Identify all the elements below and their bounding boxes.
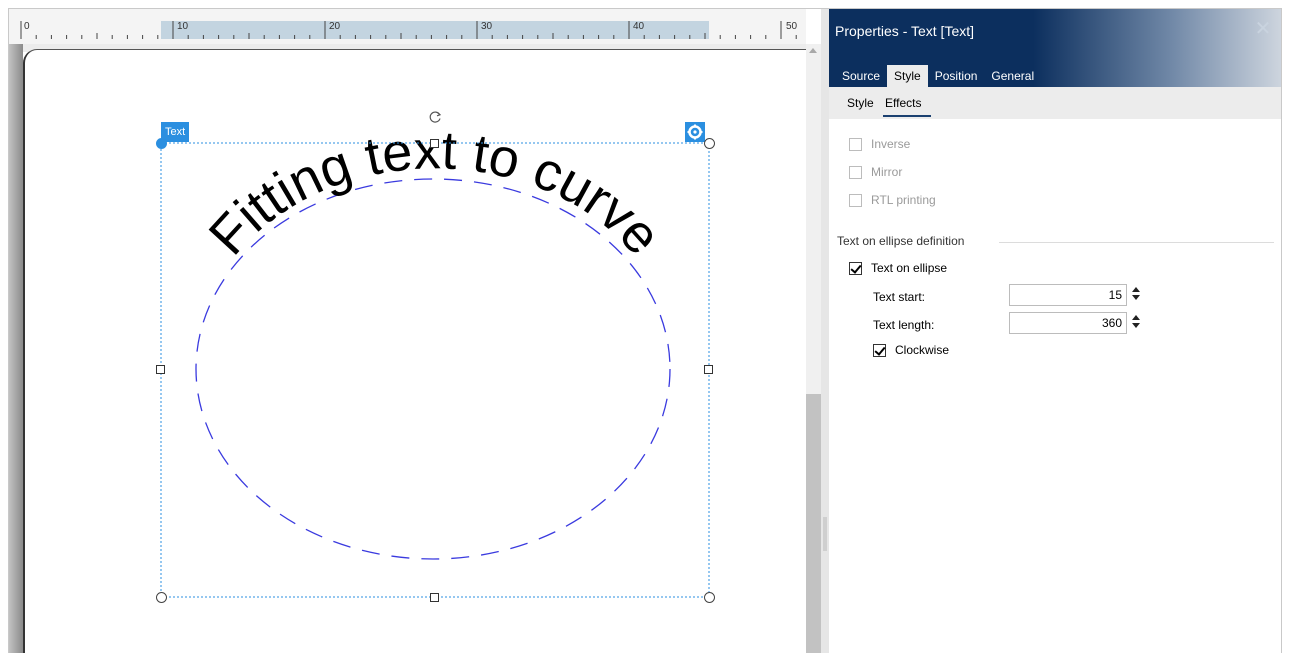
text-length-label: Text length: [873, 318, 935, 332]
curved-text-object[interactable]: Fitting text to curve [9, 9, 821, 653]
vertical-scrollbar[interactable] [806, 44, 821, 653]
resize-handle-top-right[interactable] [704, 138, 715, 149]
tab-source[interactable]: Source [835, 65, 887, 87]
resize-handle-bottom-left[interactable] [156, 592, 167, 603]
gear-icon [687, 124, 703, 140]
spin-up-icon[interactable] [1132, 287, 1140, 292]
resize-handle-top-left[interactable] [156, 138, 167, 149]
inverse-option[interactable]: Inverse [849, 135, 910, 153]
tab-style[interactable]: Style [887, 65, 928, 87]
inverse-checkbox[interactable] [849, 137, 862, 151]
text-length-input[interactable]: 360 [1009, 312, 1127, 334]
text-length-spinner[interactable] [1128, 312, 1144, 334]
tab-position[interactable]: Position [928, 65, 985, 87]
panel-title: Properties - Text [Text] [835, 23, 975, 39]
mirror-label: Mirror [871, 165, 903, 179]
property-tabs: Source Style Position General [835, 65, 1041, 87]
clockwise-label: Clockwise [895, 343, 950, 357]
splitter-grip[interactable] [823, 517, 827, 551]
rtl-printing-label: RTL printing [871, 193, 936, 207]
text-start-spinner[interactable] [1128, 284, 1144, 306]
clockwise-option[interactable]: Clockwise [873, 341, 949, 359]
design-canvas[interactable]: 0 10 20 30 40 50 Fitting text to curve T… [9, 9, 821, 653]
spin-down-icon[interactable] [1132, 295, 1140, 300]
resize-handle-top[interactable] [430, 139, 439, 148]
resize-handle-right[interactable] [704, 365, 713, 374]
object-settings-button[interactable] [685, 122, 705, 142]
scroll-up-arrow-icon[interactable] [809, 48, 817, 53]
clockwise-checkbox[interactable] [873, 343, 886, 357]
group-divider [999, 242, 1274, 243]
scrollbar-thumb[interactable] [806, 394, 821, 653]
resize-handle-bottom[interactable] [430, 593, 439, 602]
app-frame: 0 10 20 30 40 50 Fitting text to curve T… [8, 8, 1282, 653]
text-on-ellipse-checkbox[interactable] [849, 261, 862, 275]
spin-up-icon[interactable] [1132, 315, 1140, 320]
text-on-ellipse-option[interactable]: Text on ellipse [849, 259, 947, 277]
text-on-ellipse-label: Text on ellipse [871, 261, 948, 275]
close-icon[interactable]: ✕ [1253, 19, 1273, 39]
panel-header: Properties - Text [Text] ✕ Source Style … [829, 9, 1281, 87]
properties-panel: Properties - Text [Text] ✕ Source Style … [829, 9, 1281, 653]
mirror-checkbox[interactable] [849, 165, 862, 179]
design-objects: Fitting text to curve Text [9, 9, 821, 653]
text-start-label: Text start: [873, 290, 926, 304]
subtab-effects[interactable]: Effects [885, 96, 921, 110]
active-subtab-indicator [883, 115, 931, 117]
rtl-printing-option[interactable]: RTL printing [849, 191, 936, 209]
rtl-printing-checkbox[interactable] [849, 193, 862, 207]
ellipse-group-title: Text on ellipse definition [837, 234, 965, 248]
mirror-option[interactable]: Mirror [849, 163, 902, 181]
inverse-label: Inverse [871, 137, 911, 151]
text-start-input[interactable]: 15 [1009, 284, 1127, 306]
subtab-style[interactable]: Style [847, 96, 874, 110]
resize-handle-bottom-right[interactable] [704, 592, 715, 603]
rotate-handle-icon[interactable] [427, 109, 443, 125]
resize-handle-left[interactable] [156, 365, 165, 374]
spin-down-icon[interactable] [1132, 323, 1140, 328]
panel-splitter[interactable] [821, 9, 829, 653]
sub-tabs: Style Effects [829, 87, 1281, 119]
tab-general[interactable]: General [984, 65, 1041, 87]
